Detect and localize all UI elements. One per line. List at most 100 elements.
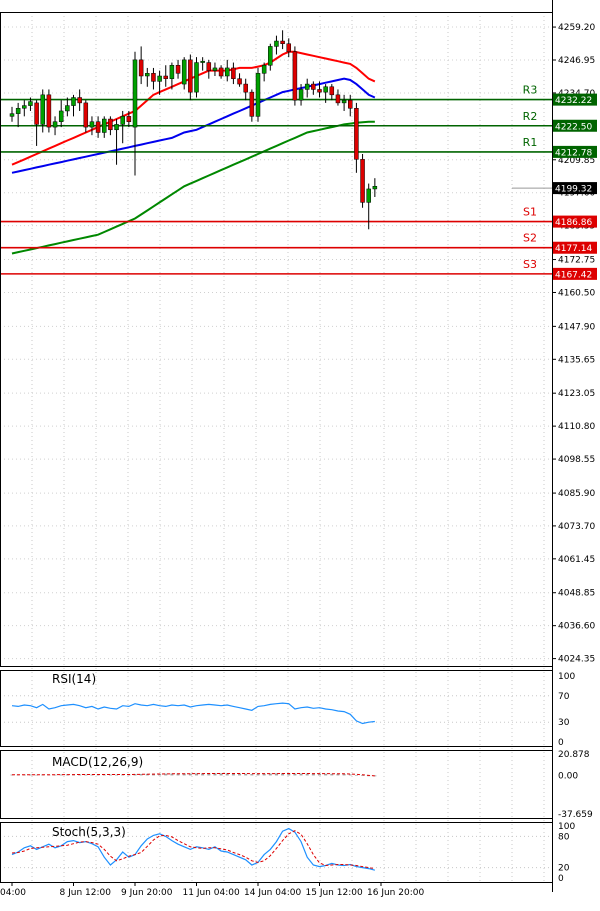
level-price-label: 4212.78	[555, 148, 592, 158]
candle-body	[286, 43, 291, 53]
price-tick-label: 4259.20	[558, 23, 595, 33]
candle-body	[280, 40, 285, 44]
level-price-label: 4167.42	[555, 270, 592, 280]
candle-body	[268, 46, 273, 66]
price-tick-label: 4135.65	[558, 355, 595, 365]
candle-body	[366, 188, 371, 203]
candle-body	[120, 116, 125, 125]
level-name-s2: S2	[523, 232, 537, 245]
price-tick-label: 4110.80	[558, 422, 595, 432]
candle-body	[218, 67, 224, 77]
candle-body	[132, 59, 138, 128]
candle-body	[145, 73, 150, 77]
stoch-tick-label: 100	[558, 822, 575, 832]
candle-body	[15, 108, 21, 114]
candle-body	[255, 73, 261, 117]
candle-body	[77, 97, 82, 104]
price-tick-label: 4147.90	[558, 322, 595, 332]
level-name-s1: S1	[523, 206, 537, 219]
rsi-tick-label: 70	[558, 692, 570, 702]
candle-body	[102, 118, 107, 133]
candle-body	[163, 75, 168, 79]
price-tick-label: 4061.45	[558, 555, 595, 565]
candle-body	[83, 102, 89, 128]
rsi-tick-label: 30	[558, 718, 570, 728]
x-tick-label: 14 Jun 04:00	[244, 888, 301, 898]
rsi-title: RSI(14)	[52, 672, 96, 686]
trading-chart: R3 R2 R1 S1 S2 S3 RSI(14) MACD(12,26,9) Stoch…	[0, 0, 600, 907]
macd-histogram-bar	[348, 774, 352, 776]
macd-tick-label: 0.00	[558, 771, 578, 781]
candle-body	[292, 51, 298, 101]
candle-body	[58, 110, 64, 122]
candle-body	[274, 40, 279, 47]
stoch-tick-label: 0	[558, 874, 564, 884]
rsi-tick-label: 100	[558, 672, 575, 682]
candle-body	[317, 89, 322, 93]
candle-body	[311, 83, 316, 90]
candle-body	[52, 121, 58, 128]
price-tick-label: 4036.60	[558, 622, 595, 632]
candle-body	[9, 113, 15, 117]
candle-body	[71, 97, 76, 106]
price-tick-label: 4098.55	[558, 455, 595, 465]
level-name-r3: R3	[523, 84, 538, 97]
stoch-tick-label: 80	[558, 832, 570, 842]
candle-body	[138, 59, 144, 77]
candle-body	[323, 86, 328, 93]
candle-body	[28, 101, 33, 106]
candle-body	[243, 83, 248, 93]
candle-body	[231, 67, 236, 79]
level-name-s3: S3	[523, 258, 537, 271]
macd-title: MACD(12,26,9)	[52, 755, 143, 769]
macd-histogram-bar	[361, 775, 365, 777]
candle-body	[89, 121, 95, 128]
candle-body	[372, 186, 378, 190]
candle-body	[348, 99, 353, 109]
candle-body	[114, 124, 119, 131]
level-price-label: 4186.86	[555, 218, 592, 228]
price-tick-label: 4160.50	[558, 288, 595, 298]
candle-body	[108, 118, 113, 131]
candle-body	[329, 86, 335, 96]
price-tick-label: 4048.85	[558, 589, 595, 599]
candle-body	[261, 64, 267, 74]
candle-body	[335, 94, 341, 104]
candle-body	[354, 108, 359, 160]
candle-body	[206, 62, 212, 71]
rsi-tick-label: 0	[558, 738, 564, 748]
x-tick-label: 16 Jun 20:00	[367, 888, 424, 898]
candle-body	[237, 78, 242, 85]
x-tick-label: 11 Jun 04:00	[183, 888, 240, 898]
candle-body	[298, 89, 304, 101]
level-price-label: 4232.22	[555, 96, 592, 106]
candle-body	[169, 64, 175, 79]
candle-body	[212, 67, 218, 71]
chart-stage: R3 R2 R1 S1 S2 S3 RSI(14) MACD(12,26,9) Stoch…	[0, 0, 600, 907]
macd-tick-label: -37.659	[558, 810, 593, 820]
price-tick-label: 4123.05	[558, 389, 595, 399]
candle-body	[126, 116, 132, 122]
candle-body	[360, 159, 365, 203]
candle-body	[341, 99, 347, 104]
current-price-label: 4199.32	[555, 185, 592, 195]
candle-body	[46, 94, 52, 128]
candle-body	[40, 94, 45, 125]
level-price-label: 4177.14	[555, 244, 592, 254]
candle-body	[181, 59, 187, 85]
candle-body	[95, 121, 101, 133]
candle-body	[157, 75, 162, 82]
macd-histogram-bar	[250, 774, 254, 776]
stoch-tick-label: 20	[558, 864, 570, 874]
x-tick-label: 04:00	[0, 888, 26, 898]
candle-body	[151, 73, 156, 82]
macd-histogram-bar	[244, 773, 248, 776]
price-tick-label: 4246.95	[558, 56, 595, 66]
level-name-r1: R1	[523, 136, 538, 149]
candle-body	[249, 91, 255, 117]
price-tick-label: 4172.75	[558, 256, 595, 266]
candle-body	[188, 59, 193, 93]
candle-body	[175, 64, 181, 74]
candle-body	[225, 67, 230, 77]
x-tick-label: 8 Jun 12:00	[60, 888, 112, 898]
